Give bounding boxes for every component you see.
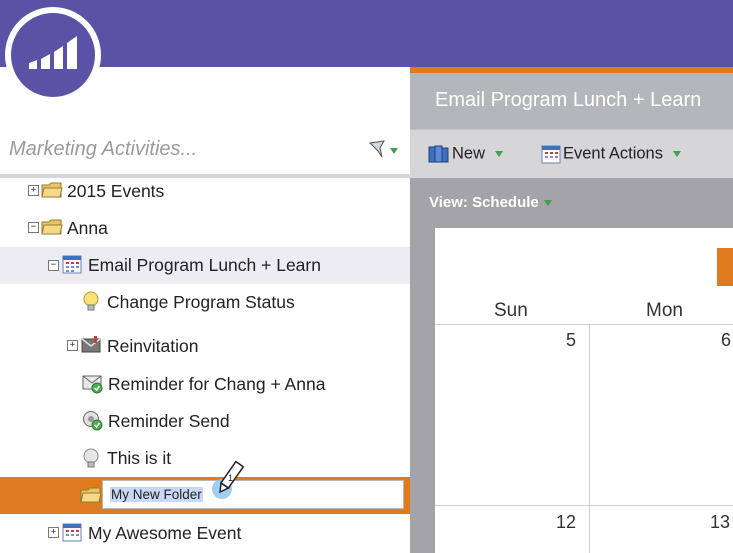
email-batch-icon <box>82 375 103 394</box>
lightbulb-icon <box>83 448 99 468</box>
event-actions-label: Event Actions <box>563 144 663 163</box>
new-icon <box>428 145 449 163</box>
folder-open-icon <box>41 219 63 235</box>
view-label: View: Schedule <box>429 194 539 211</box>
collapse-icon[interactable]: − <box>48 260 59 271</box>
program-toolbar: New Event Actions <box>410 129 733 178</box>
smart-campaign-icon <box>83 411 103 431</box>
tree-item-label: Reinvitation <box>107 336 199 356</box>
tree-item-this-is-it[interactable]: This is it <box>0 440 410 477</box>
tree-item-reinvitation[interactable]: + Reinvitation <box>0 328 410 365</box>
dropdown-arrow-icon <box>495 151 504 157</box>
tree-item-my-awesome-event[interactable]: + My Awesome Event <box>0 515 410 552</box>
search-input[interactable]: Marketing Activities... <box>9 138 197 161</box>
day-header-mon: Mon <box>646 300 683 321</box>
email-icon <box>81 336 101 353</box>
calendar-day-cell[interactable]: 6 <box>721 330 731 351</box>
folder-icon <box>41 182 63 198</box>
lightbulb-icon <box>83 291 99 311</box>
tree-item-label: Email Program Lunch + Learn <box>88 255 321 275</box>
new-button-label: New <box>452 144 486 163</box>
tree-item-change-program-status[interactable]: Change Program Status <box>0 284 410 321</box>
tree-item-reminder-send[interactable]: Reminder Send <box>0 403 410 440</box>
calendar-day-cell[interactable]: 13 <box>710 512 730 533</box>
folder-icon <box>80 487 102 503</box>
top-bar <box>0 0 733 67</box>
tree-item-reminder-chang-anna[interactable]: Reminder for Chang + Anna <box>0 366 410 403</box>
tree-item-2015-events[interactable]: + 2015 Events <box>0 173 410 210</box>
dropdown-arrow-icon <box>672 151 681 157</box>
tree-item-label: Change Program Status <box>107 292 295 312</box>
schedule-calendar: Sun Mon 5 6 12 13 <box>435 228 733 553</box>
dropdown-arrow-icon <box>543 200 552 207</box>
collapse-icon[interactable]: − <box>28 222 39 233</box>
event-program-icon <box>62 523 82 542</box>
calendar-icon <box>541 145 561 164</box>
program-header: Email Program Lunch + Learn <box>410 73 733 129</box>
tree-item-anna[interactable]: − Anna <box>0 210 410 247</box>
calendar-grid-line <box>435 505 733 506</box>
tree-item-label: This is it <box>107 448 172 468</box>
day-header-sun: Sun <box>494 300 528 321</box>
event-actions-button[interactable]: Event Actions <box>541 144 681 164</box>
new-button[interactable]: New <box>428 144 504 164</box>
folder-name-input[interactable]: My New Folder <box>102 480 404 509</box>
calendar-nav-button[interactable] <box>717 248 733 286</box>
tree-item-email-program[interactable]: − Email Program Lunch + Learn <box>0 247 410 284</box>
tree-search[interactable]: Marketing Activities... <box>0 127 410 178</box>
expand-icon[interactable]: + <box>48 527 59 538</box>
event-program-icon <box>62 255 82 274</box>
step-badge: 1 <box>228 473 233 483</box>
tree-item-label: Reminder Send <box>108 411 230 431</box>
folder-name-selected-text: My New Folder <box>110 487 203 502</box>
marketing-activities-panel: Marketing Activities... + 2015 Events − … <box>0 67 410 553</box>
tree-item-new-folder-editing[interactable]: My New Folder 1 <box>0 460 410 514</box>
pencil-cursor-icon: 1 <box>212 460 245 499</box>
calendar-day-cell[interactable]: 12 <box>556 512 576 533</box>
calendar-grid-line <box>435 324 733 325</box>
view-selector[interactable]: View: Schedule <box>429 194 552 211</box>
calendar-day-cell[interactable]: 5 <box>566 330 576 351</box>
program-title: Email Program Lunch + Learn <box>435 89 702 111</box>
tree-item-label: Reminder for Chang + Anna <box>108 374 326 394</box>
tree-item-label: Anna <box>67 218 108 238</box>
calendar-grid-line <box>589 324 590 553</box>
tree-item-label: 2015 Events <box>67 181 165 201</box>
expand-icon[interactable]: + <box>67 340 78 351</box>
expand-icon[interactable]: + <box>28 185 39 196</box>
filter-icon[interactable] <box>368 139 398 166</box>
tree-item-label: My Awesome Event <box>88 523 242 543</box>
program-panel: Email Program Lunch + Learn New Event Ac… <box>410 67 733 553</box>
marketo-logo-icon[interactable] <box>5 7 101 103</box>
